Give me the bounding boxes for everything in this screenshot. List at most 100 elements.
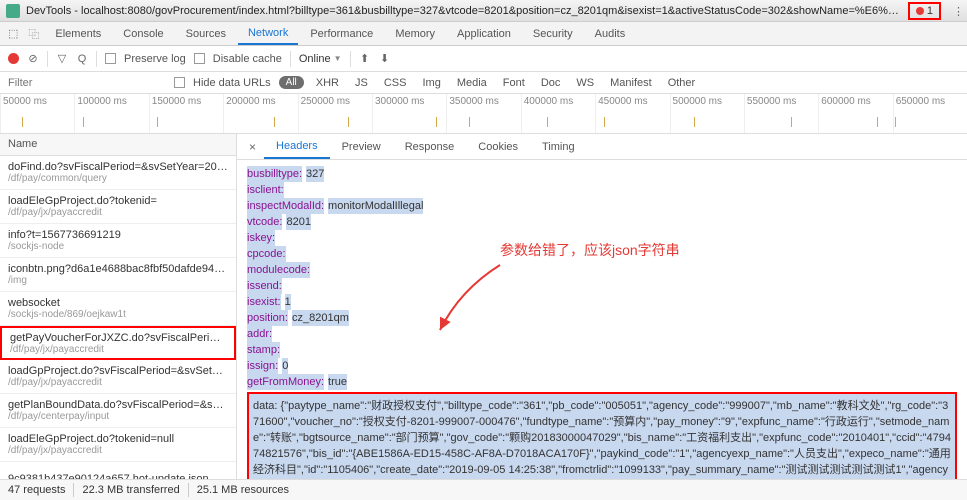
request-row[interactable]: websocket/sockjs-node/869/oejkaw1t (0, 292, 236, 326)
request-path: /df/pay/jx/payaccredit (10, 344, 226, 355)
payload-row: vtcode:8201 (247, 214, 957, 230)
payload-row: position:cz_8201qm (247, 310, 957, 326)
filter-other[interactable]: Other (664, 77, 700, 89)
filter-js[interactable]: JS (351, 77, 372, 89)
payload-row: busbilltype:327 (247, 166, 957, 182)
device-icon[interactable]: ⿻ (24, 26, 43, 42)
filter-input[interactable] (8, 77, 128, 89)
payload-key: issend: (247, 278, 282, 294)
filter-media[interactable]: Media (453, 77, 491, 89)
inspect-icon[interactable]: ⬚ (4, 27, 22, 40)
request-name: doFind.do?svFiscalPeriod=&svSetYear=2019… (8, 161, 228, 173)
window-title: DevTools - localhost:8080/govProcurement… (26, 5, 902, 17)
subtab-preview[interactable]: Preview (330, 136, 393, 158)
request-row[interactable]: getPlanBoundData.do?svFiscalPeriod=&svSe… (0, 394, 236, 428)
window-titlebar: DevTools - localhost:8080/govProcurement… (0, 0, 967, 22)
subtab-headers[interactable]: Headers (264, 135, 330, 159)
divider (188, 483, 189, 497)
tab-elements[interactable]: Elements (45, 24, 111, 44)
filter-xhr[interactable]: XHR (312, 77, 343, 89)
download-icon[interactable]: ⬇ (379, 53, 391, 65)
error-indicator[interactable]: 1 (908, 2, 941, 20)
request-list-panel: Name doFind.do?svFiscalPeriod=&svSetYear… (0, 134, 237, 499)
close-icon[interactable]: × (241, 140, 264, 154)
request-path: /df/pay/jx/payaccredit (8, 207, 228, 218)
payload-row: modulecode: (247, 262, 957, 278)
preserve-checkbox[interactable] (105, 53, 116, 64)
status-resources: 25.1 MB resources (197, 484, 289, 496)
payload-key: isclient: (247, 182, 284, 198)
filter-css[interactable]: CSS (380, 77, 411, 89)
payload-key: getFromMoney: (247, 374, 324, 390)
search-icon[interactable]: Q (76, 53, 88, 65)
payload-row: getFromMoney:true (247, 374, 957, 390)
request-row[interactable]: iconbtn.png?d6a1e4688bac8fbf50dafde9427b… (0, 258, 236, 292)
hide-data-urls-label: Hide data URLs (193, 77, 271, 89)
clear-button[interactable]: ⊘ (27, 53, 39, 65)
disable-cache-checkbox[interactable] (194, 53, 205, 64)
timeline-tick: 500000 ms (670, 94, 744, 133)
filter-img[interactable]: Img (418, 77, 444, 89)
request-name: iconbtn.png?d6a1e4688bac8fbf50dafde9427b… (8, 263, 228, 275)
payload-row: stamp: (247, 342, 957, 358)
filter-doc[interactable]: Doc (537, 77, 565, 89)
tab-performance[interactable]: Performance (300, 24, 383, 44)
payload-value: monitorModalIllegal (328, 198, 423, 214)
subtab-response[interactable]: Response (393, 136, 467, 158)
timeline-tick: 650000 ms (893, 94, 967, 133)
tab-console[interactable]: Console (113, 24, 173, 44)
hide-data-urls-checkbox[interactable] (174, 77, 185, 88)
payload-row: inspectModalId:monitorModalIllegal (247, 198, 957, 214)
request-name: info?t=1567736691219 (8, 229, 228, 241)
divider (47, 51, 48, 67)
request-row[interactable]: loadEleGpProject.do?tokenid=/df/pay/jx/p… (0, 190, 236, 224)
menu-icon[interactable]: ⋮ (953, 5, 961, 17)
timeline[interactable]: 50000 ms100000 ms150000 ms200000 ms25000… (0, 94, 967, 134)
request-path: /df/pay/centerpay/input (8, 411, 228, 422)
request-row[interactable]: info?t=1567736691219/sockjs-node (0, 224, 236, 258)
filter-manifest[interactable]: Manifest (606, 77, 656, 89)
tab-application[interactable]: Application (447, 24, 521, 44)
request-row[interactable]: doFind.do?svFiscalPeriod=&svSetYear=2019… (0, 156, 236, 190)
filter-all[interactable]: All (279, 76, 304, 89)
request-name: getPayVoucherForJXZC.do?svFiscalPeriod=&… (10, 332, 226, 344)
payload-key: stamp: (247, 342, 280, 358)
payload-row: isclient: (247, 182, 957, 198)
tab-audits[interactable]: Audits (585, 24, 636, 44)
record-button[interactable] (8, 53, 19, 64)
tab-security[interactable]: Security (523, 24, 583, 44)
request-path: /img (8, 275, 228, 286)
filter-icon[interactable]: ▽ (56, 53, 68, 65)
request-path: /sockjs-node (8, 241, 228, 252)
error-count: 1 (927, 5, 933, 17)
subtab-timing[interactable]: Timing (530, 136, 587, 158)
timeline-tick: 600000 ms (818, 94, 892, 133)
tab-network[interactable]: Network (238, 23, 298, 45)
request-name: loadGpProject.do?svFiscalPeriod=&svSetYe… (8, 365, 228, 377)
name-header[interactable]: Name (0, 134, 236, 156)
request-row[interactable]: loadEleGpProject.do?tokenid=null/df/pay/… (0, 428, 236, 462)
timeline-tick: 250000 ms (298, 94, 372, 133)
filter-ws[interactable]: WS (572, 77, 598, 89)
payload-key: inspectModalId: (247, 198, 324, 214)
tab-memory[interactable]: Memory (385, 24, 445, 44)
status-bar: 47 requests 22.3 MB transferred 25.1 MB … (0, 479, 967, 500)
tab-sources[interactable]: Sources (176, 24, 236, 44)
payload-row: cpcode: (247, 246, 957, 262)
timeline-tick: 450000 ms (595, 94, 669, 133)
request-row[interactable]: loadGpProject.do?svFiscalPeriod=&svSetYe… (0, 360, 236, 394)
timeline-tick: 350000 ms (446, 94, 520, 133)
request-name: getPlanBoundData.do?svFiscalPeriod=&svSe… (8, 399, 228, 411)
throttling-dropdown[interactable]: Online▼ (299, 53, 342, 65)
request-row[interactable]: getPayVoucherForJXZC.do?svFiscalPeriod=&… (0, 326, 236, 360)
payload-key: isexist: (247, 294, 281, 310)
subtab-cookies[interactable]: Cookies (466, 136, 530, 158)
filter-font[interactable]: Font (499, 77, 529, 89)
timeline-tick: 200000 ms (223, 94, 297, 133)
request-path: /df/pay/jx/payaccredit (8, 445, 228, 456)
payload-row: issend: (247, 278, 957, 294)
payload-row: iskey: (247, 230, 957, 246)
chevron-down-icon: ▼ (334, 54, 342, 63)
status-transferred: 22.3 MB transferred (82, 484, 179, 496)
upload-icon[interactable]: ⬆ (359, 53, 371, 65)
